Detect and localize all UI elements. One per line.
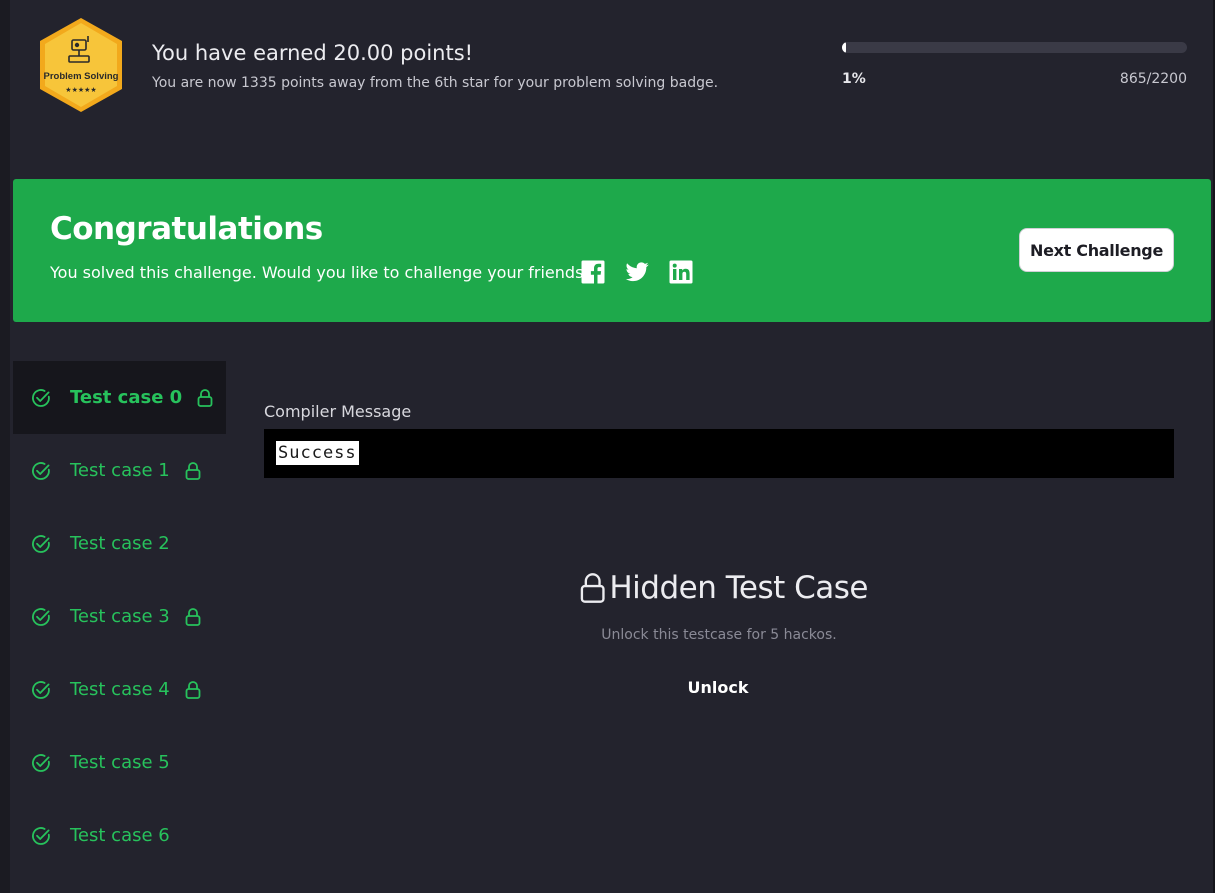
- test-case-label: Test case 1: [70, 460, 170, 481]
- points-subtitle: You are now 1335 points away from the 6t…: [152, 75, 719, 91]
- unlock-button[interactable]: Unlock: [678, 678, 758, 697]
- compiler-message-box: Success: [264, 429, 1174, 478]
- test-case-label: Test case 4: [70, 679, 170, 700]
- lock-icon: [185, 607, 201, 626]
- test-case-item[interactable]: Test case 5: [13, 726, 226, 799]
- lock-icon: [185, 461, 201, 480]
- banner-title: Congratulations: [50, 211, 323, 247]
- left-edge: [0, 0, 10, 893]
- facebook-icon[interactable]: [581, 260, 605, 284]
- linkedin-icon[interactable]: [669, 260, 693, 284]
- hidden-test-case-title: Hidden Test Case: [578, 570, 868, 606]
- test-case-list: Test case 0 Test case 1 Test case 2 Test ca…: [13, 361, 226, 872]
- test-case-item[interactable]: Test case 4: [13, 653, 226, 726]
- share-icons: [581, 260, 693, 284]
- points-title: You have earned 20.00 points!: [152, 41, 474, 65]
- badge-progress-fill: [842, 42, 846, 53]
- congratulations-banner: Congratulations You solved this challeng…: [13, 179, 1211, 322]
- test-case-label: Test case 2: [70, 533, 170, 554]
- check-circle-icon: [32, 461, 50, 480]
- badge-label: Problem Solving: [44, 71, 119, 82]
- test-case-item[interactable]: Test case 3: [13, 580, 226, 653]
- check-circle-icon: [32, 607, 50, 626]
- test-case-label: Test case 5: [70, 752, 170, 773]
- hidden-test-case-subtitle: Unlock this testcase for 5 hackos.: [601, 627, 837, 643]
- compiler-message-label: Compiler Message: [264, 402, 412, 421]
- lock-icon: [185, 680, 201, 699]
- check-circle-icon: [32, 388, 50, 407]
- check-circle-icon: [32, 534, 50, 553]
- lock-icon: [197, 388, 213, 407]
- test-case-item[interactable]: Test case 1: [13, 434, 226, 507]
- hidden-title-text: Hidden Test Case: [609, 570, 868, 606]
- badge-stars: ★★★★★: [65, 86, 96, 94]
- test-case-item[interactable]: Test case 0: [13, 361, 226, 434]
- next-challenge-button[interactable]: Next Challenge: [1019, 228, 1174, 272]
- lock-icon: [580, 573, 605, 603]
- progress-count: 865/2200: [1119, 71, 1187, 87]
- check-circle-icon: [32, 753, 50, 772]
- check-circle-icon: [32, 680, 50, 699]
- test-case-label: Test case 3: [70, 606, 170, 627]
- test-case-item[interactable]: Test case 2: [13, 507, 226, 580]
- test-case-label: Test case 0: [70, 387, 183, 408]
- twitter-icon[interactable]: [625, 260, 649, 284]
- progress-percent: 1%: [842, 71, 866, 87]
- test-case-label: Test case 6: [70, 825, 170, 846]
- banner-subtitle: You solved this challenge. Would you lik…: [50, 263, 592, 282]
- problem-solving-badge: Problem Solving ★★★★★: [36, 16, 126, 114]
- test-case-item[interactable]: Test case 6: [13, 799, 226, 872]
- check-circle-icon: [32, 826, 50, 845]
- badge-progress-bar: [842, 42, 1187, 53]
- compiler-output: Success: [276, 441, 359, 465]
